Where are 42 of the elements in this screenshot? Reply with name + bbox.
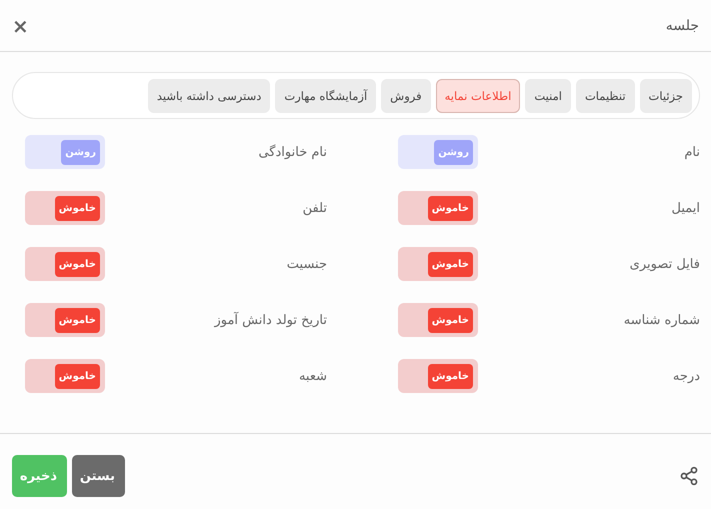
toggle-knob: خاموش (54, 196, 100, 220)
tab[interactable]: فروش (381, 78, 431, 112)
toggle-switch[interactable]: خاموش (398, 303, 478, 337)
toggle-switch[interactable]: خاموش (398, 191, 478, 225)
field-label: شعبه (298, 368, 327, 384)
dialog-title: جلسه (666, 18, 699, 34)
toggle-switch[interactable]: روشن (398, 135, 478, 169)
toggle-knob: خاموش (54, 308, 100, 332)
tab[interactable]: تنظیمات (576, 78, 635, 112)
field-label: تلفن (302, 200, 327, 216)
toggle-switch[interactable]: خاموش (25, 303, 105, 337)
toggle-switch[interactable]: خاموش (25, 359, 105, 393)
tab[interactable]: اطلاعات نمایه (436, 78, 520, 112)
field-label: نام خانوادگی (258, 144, 327, 160)
close-button[interactable]: بستن (72, 455, 125, 497)
field-label: درجه (672, 368, 700, 384)
toggle-knob: خاموش (428, 196, 473, 220)
toggle-switch[interactable]: خاموش (25, 191, 105, 225)
tab[interactable]: آزمایشگاه مهارت (275, 78, 376, 112)
toggle-knob: خاموش (54, 252, 100, 276)
toggle-switch[interactable]: خاموش (398, 247, 478, 281)
field-label: شماره شناسه (624, 312, 700, 328)
toggle-knob: خاموش (428, 252, 473, 276)
field-label: فایل تصویری (630, 256, 700, 272)
tab[interactable]: جزئیات (640, 78, 692, 112)
close-button[interactable]: × (12, 16, 29, 36)
toggle-knob: روشن (61, 140, 100, 164)
field-label: ایمیل (671, 200, 700, 216)
tab[interactable]: دسترسی داشته باشید (148, 78, 270, 112)
field-label: نام (684, 144, 700, 160)
toggle-switch[interactable]: روشن (25, 135, 105, 169)
share-icon[interactable] (679, 466, 699, 486)
save-button[interactable]: ذخیره (12, 455, 67, 497)
field-label: جنسیت (286, 256, 327, 272)
toggle-switch[interactable]: خاموش (25, 247, 105, 281)
toggle-knob: روشن (434, 140, 473, 164)
toggle-knob: خاموش (54, 364, 100, 388)
tab[interactable]: امنیت (525, 78, 571, 112)
field-label: تاریخ تولد دانش آموز (214, 312, 327, 328)
toggle-knob: خاموش (428, 308, 473, 332)
toggle-knob: خاموش (428, 364, 473, 388)
toggle-switch[interactable]: خاموش (398, 359, 478, 393)
